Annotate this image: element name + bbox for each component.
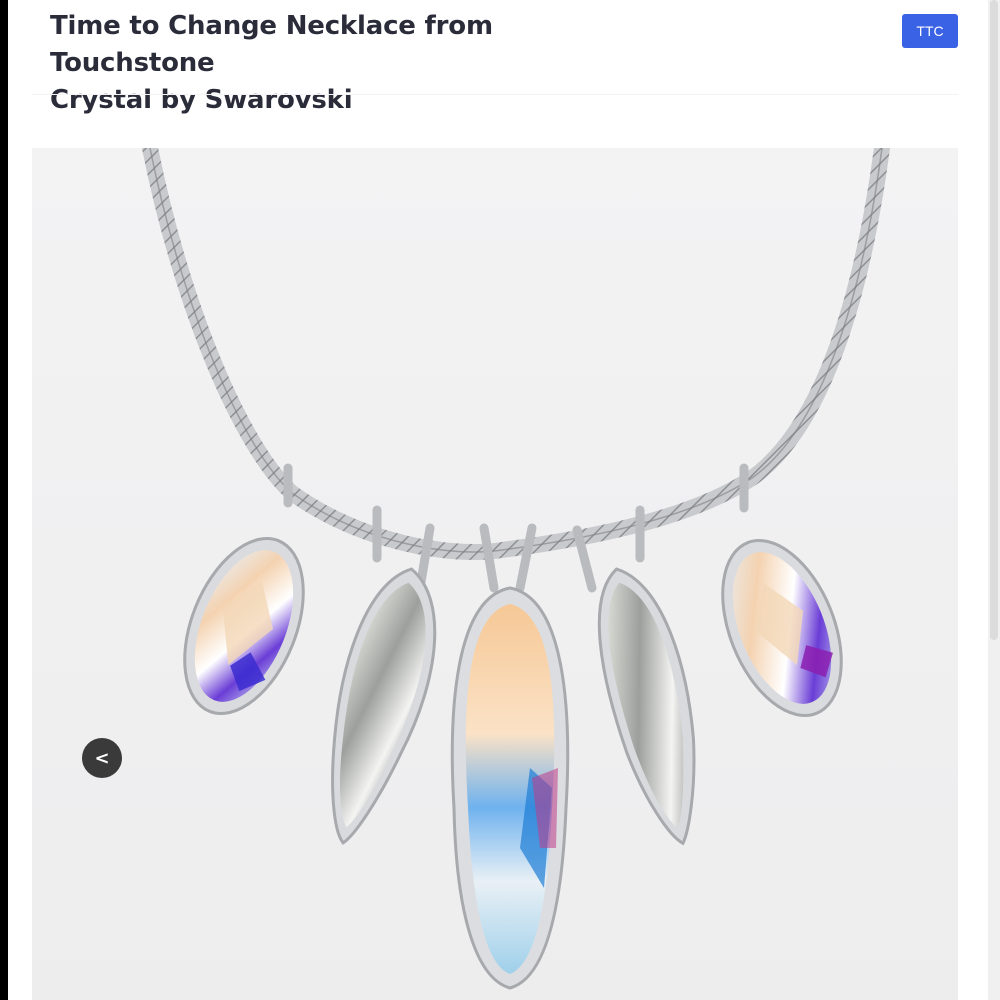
necklace-product-image [142, 148, 890, 990]
header-divider [32, 94, 958, 95]
scrollbar-track[interactable] [988, 0, 1000, 1000]
right-clear-drop-crystal [597, 567, 696, 846]
necklace-chain [142, 148, 890, 560]
right-marquise-crystal [721, 539, 843, 717]
left-marquise-crystal [183, 537, 305, 715]
left-edge [0, 0, 8, 1000]
chevron-left-icon: < [94, 747, 110, 769]
product-title: Time to Change Necklace from Touchstone … [50, 8, 650, 119]
product-title-line-1: Time to Change Necklace from Touchstone [50, 11, 493, 78]
product-image-gallery[interactable]: < [32, 148, 958, 1000]
ttc-badge-button[interactable]: TTC [902, 14, 958, 48]
left-clear-drop-crystal [331, 567, 437, 845]
previous-image-button[interactable]: < [82, 738, 122, 778]
center-ab-drop-crystal [450, 586, 570, 990]
scrollbar-thumb[interactable] [990, 0, 998, 640]
product-header: Time to Change Necklace from Touchstone … [50, 8, 650, 119]
product-title-line-2: Crystal by Swarovski [50, 85, 353, 115]
